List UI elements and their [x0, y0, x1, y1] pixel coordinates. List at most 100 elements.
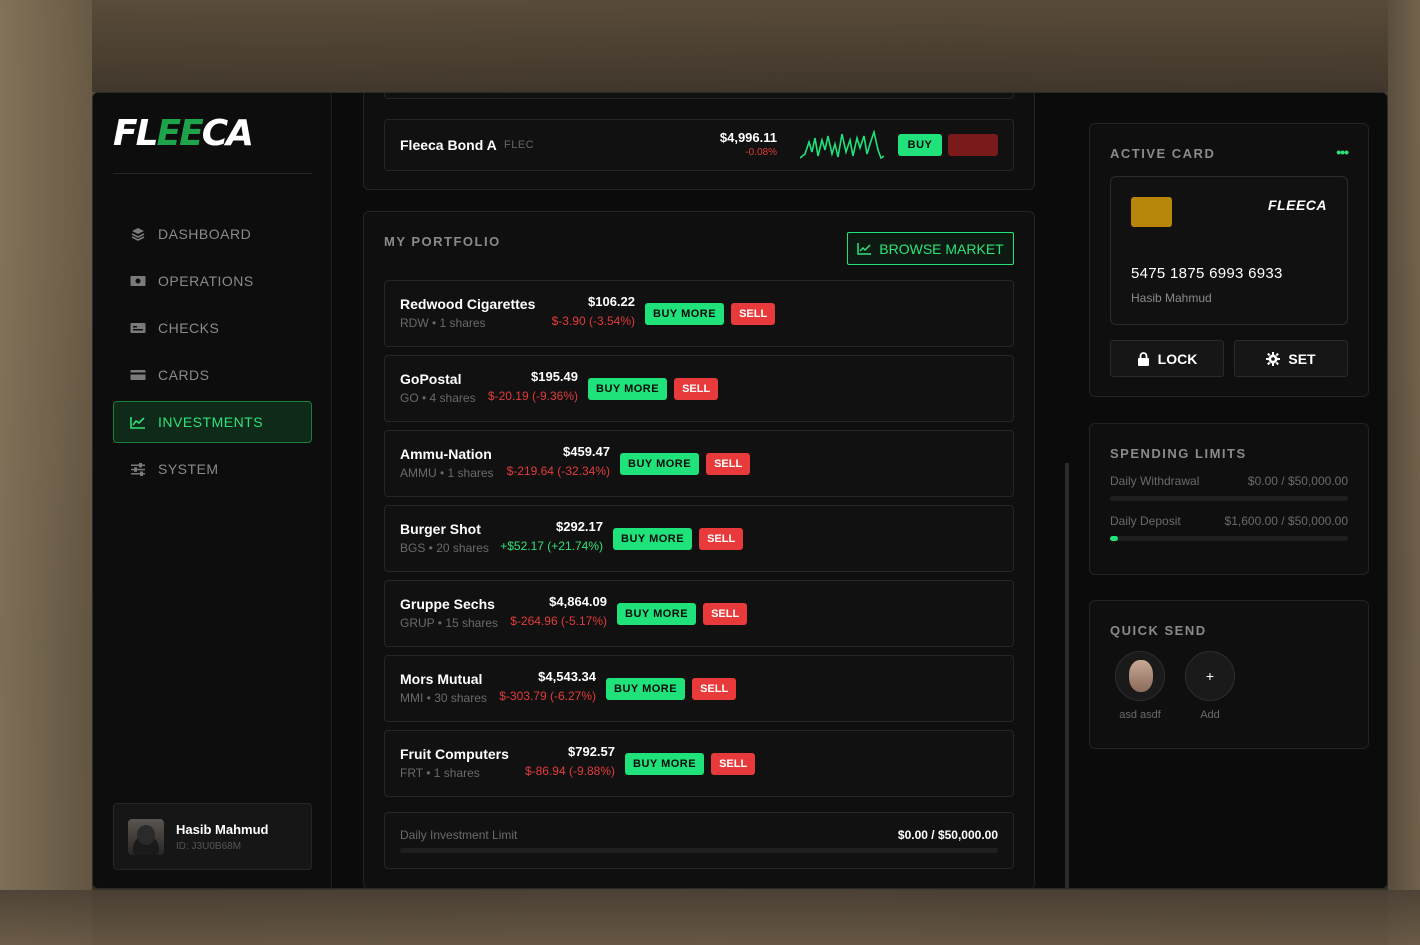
background-bottom — [0, 890, 1420, 945]
sidebar-item-cards[interactable]: CARDS — [113, 354, 312, 396]
holding-name: Ammu-Nation — [400, 446, 492, 462]
holding-row: Redwood Cigarettes RDW • 1 shares $106.2… — [384, 280, 1014, 347]
market-list: Fleeca Bond A FLEC $4,996.11 -0.08% BUY … — [363, 93, 1035, 190]
holding-meta: FRT • 1 shares — [400, 766, 480, 780]
limit-progress-bar — [1110, 536, 1348, 541]
browse-market-button[interactable]: BROWSE MARKET — [847, 232, 1014, 265]
holding-row: GoPostal GO • 4 shares $195.49 $-20.19 (… — [384, 355, 1014, 422]
section-title: QUICK SEND — [1110, 623, 1207, 638]
fleeca-logo: FLEECA — [113, 113, 254, 154]
sell-button[interactable]: SELL — [731, 303, 776, 325]
buy-more-button[interactable]: BUY MORE — [613, 528, 693, 550]
sidebar-item-operations[interactable]: OPERATIONS — [113, 260, 312, 302]
sidebar-item-investments[interactable]: INVESTMENTS — [113, 401, 312, 443]
button-label: BROWSE MARKET — [879, 240, 1004, 257]
card-brand: FLEECA — [1268, 197, 1327, 213]
buy-more-button[interactable]: BUY MORE — [617, 603, 697, 625]
section-title: MY PORTFOLIO — [384, 234, 501, 249]
buy-button[interactable]: BUY — [898, 134, 942, 156]
avatar — [128, 818, 164, 855]
holding-meta: MMI • 30 shares — [400, 691, 487, 705]
sidebar-item-system[interactable]: SYSTEM — [113, 448, 312, 490]
buy-more-button[interactable]: BUY MORE — [606, 678, 686, 700]
main-content: Fleeca Bond A FLEC $4,996.11 -0.08% BUY … — [363, 93, 1035, 888]
divider — [113, 173, 312, 174]
limit-progress-bar — [1110, 496, 1348, 501]
add-label: Add — [1200, 709, 1220, 721]
card-holder: Hasib Mahmud — [1131, 291, 1212, 305]
holding-price: $106.22 — [588, 294, 635, 309]
sidebar-item-label: DASHBOARD — [158, 226, 252, 242]
background-top — [92, 0, 1388, 92]
sidebar-item-checks[interactable]: CHECKS — [113, 307, 312, 349]
holding-name: Fruit Computers — [400, 746, 509, 762]
limit-row: Daily Withdrawal $0.00 / $50,000.00 — [1110, 474, 1348, 501]
lock-button[interactable]: LOCK — [1110, 340, 1224, 377]
buy-more-button[interactable]: BUY MORE — [625, 753, 705, 775]
card-chip — [1131, 197, 1172, 227]
add-contact-button[interactable]: + Add — [1185, 651, 1235, 721]
holding-row: Fruit Computers FRT • 1 shares $792.57 $… — [384, 730, 1014, 797]
holding-actions: $459.47 $-219.64 (-32.34%) BUY MORE SELL — [504, 444, 751, 478]
holding-change: $-3.90 (-3.54%) — [551, 314, 635, 328]
holding-price: $459.47 — [563, 444, 610, 459]
holding-actions: $4,864.09 $-264.96 (-5.17%) BUY MORE SEL… — [507, 594, 748, 628]
gear-icon — [1266, 351, 1281, 366]
banking-app-window: FLEECA DASHBOARD OPERATIONS CHECKS CARDS… — [92, 92, 1388, 889]
holding-name: Burger Shot — [400, 521, 481, 537]
stock-ticker: FLEC — [504, 139, 535, 151]
quick-send-contact[interactable]: asd asdf — [1115, 651, 1165, 721]
sell-button[interactable]: SELL — [703, 603, 748, 625]
holding-change: $-264.96 (-5.17%) — [510, 614, 607, 628]
holding-meta: BGS • 20 shares — [400, 541, 489, 555]
chart-line-icon — [857, 242, 872, 255]
holding-price: $292.17 — [556, 519, 603, 534]
user-name: Hasib Mahmud — [176, 821, 269, 837]
holding-actions: $195.49 $-20.19 (-9.36%) BUY MORE SELL — [485, 369, 719, 403]
sell-button[interactable]: SELL — [948, 134, 998, 156]
sell-button[interactable]: SELL — [699, 528, 744, 550]
background-pillar-left — [0, 0, 92, 945]
sell-button[interactable]: SELL — [692, 678, 737, 700]
sidebar-item-dashboard[interactable]: DASHBOARD — [113, 213, 312, 255]
holding-actions: $4,543.34 $-303.79 (-6.27%) BUY MORE SEL… — [496, 669, 737, 703]
holding-price: $195.49 — [531, 369, 578, 384]
spending-limits-panel: SPENDING LIMITS Daily Withdrawal $0.00 /… — [1089, 423, 1369, 575]
contact-label: asd asdf — [1119, 709, 1161, 721]
button-label: LOCK — [1157, 350, 1198, 367]
holding-name: GoPostal — [400, 371, 462, 387]
holding-meta: AMMU • 1 shares — [400, 466, 494, 480]
holding-meta: GO • 4 shares — [400, 391, 476, 405]
buy-more-button[interactable]: BUY MORE — [645, 303, 725, 325]
market-row: Fleeca Bond A FLEC $4,996.11 -0.08% BUY … — [384, 119, 1014, 171]
sidebar: FLEECA DASHBOARD OPERATIONS CHECKS CARDS… — [93, 93, 332, 888]
holding-actions: $792.57 $-86.94 (-9.88%) BUY MORE SELL — [522, 744, 756, 778]
active-card-panel: ACTIVE CARD ••• FLEECA 5475 1875 6993 69… — [1089, 123, 1369, 397]
chart-line-icon — [130, 415, 146, 429]
holding-row: Mors Mutual MMI • 30 shares $4,543.34 $-… — [384, 655, 1014, 722]
plus-icon: + — [1185, 651, 1235, 701]
background-pillar-right — [1388, 0, 1420, 945]
check-list-icon — [130, 321, 146, 335]
scrollbar[interactable] — [1065, 463, 1069, 888]
sell-button[interactable]: SELL — [706, 453, 751, 475]
stock-name: Fleeca Bond A — [400, 137, 497, 153]
limit-label: Daily Deposit — [1110, 514, 1181, 528]
sell-button[interactable]: SELL — [711, 753, 756, 775]
sell-button[interactable]: SELL — [674, 378, 719, 400]
holding-actions: $292.17 +$52.17 (+21.74%) BUY MORE SELL — [498, 519, 744, 553]
limit-row: Daily Deposit $1,600.00 / $50,000.00 — [1110, 514, 1348, 541]
sidebar-item-label: OPERATIONS — [158, 273, 254, 289]
user-profile[interactable]: Hasib Mahmud ID: J3U0B68M — [113, 803, 312, 870]
buy-more-button[interactable]: BUY MORE — [588, 378, 668, 400]
buy-more-button[interactable]: BUY MORE — [620, 453, 700, 475]
stock-price: $4,996.11 — [719, 130, 777, 145]
set-button[interactable]: SET — [1234, 340, 1348, 377]
more-options-icon[interactable]: ••• — [1336, 144, 1349, 160]
limit-progress-bar — [400, 848, 998, 853]
money-icon — [130, 274, 146, 288]
holding-name: Gruppe Sechs — [400, 596, 495, 612]
user-id: ID: J3U0B68M — [176, 840, 242, 852]
portfolio-panel: MY PORTFOLIO BROWSE MARKET Redwood Cigar… — [363, 211, 1035, 888]
holding-change: +$52.17 (+21.74%) — [500, 539, 603, 553]
